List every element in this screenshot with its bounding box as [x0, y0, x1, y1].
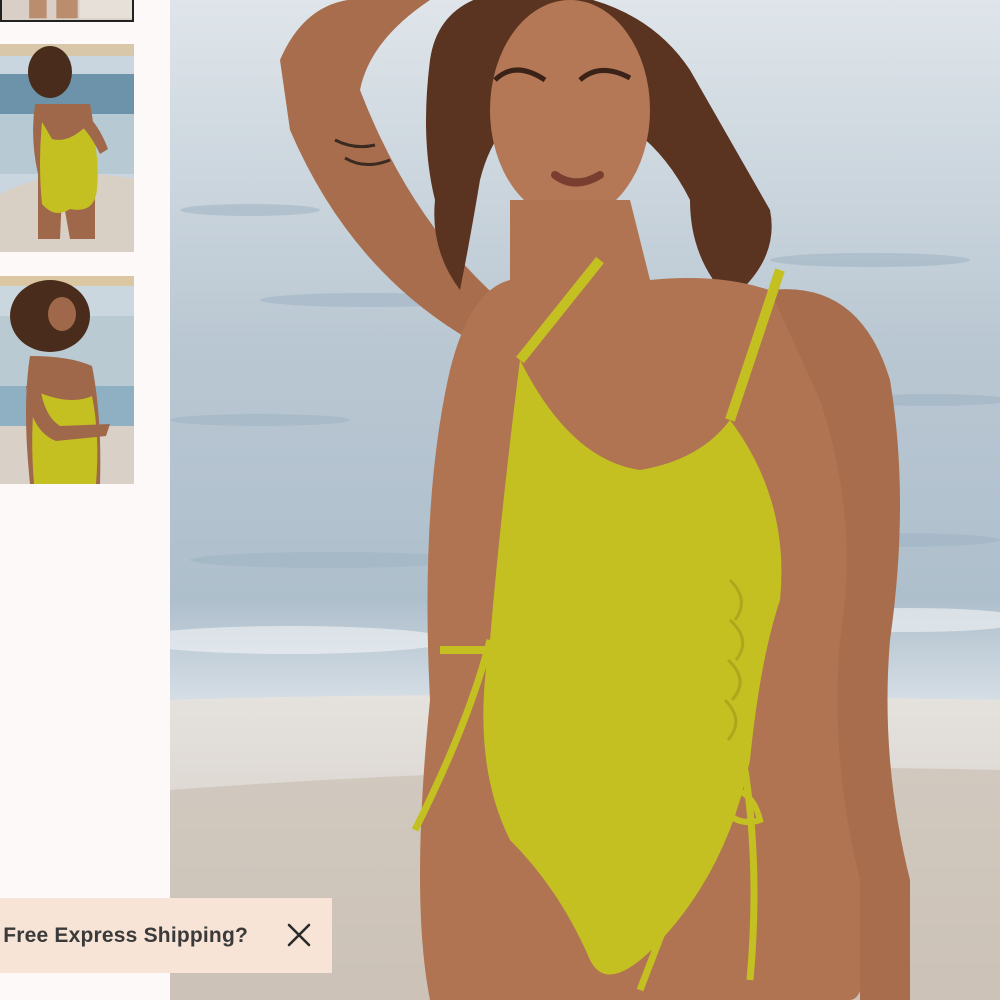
shipping-promo-banner[interactable]: t Free Express Shipping?	[0, 898, 332, 973]
close-banner-button[interactable]	[284, 920, 314, 950]
thumbnail-1[interactable]	[0, 0, 134, 22]
close-icon	[287, 923, 311, 947]
thumbnail-3[interactable]	[0, 276, 134, 484]
main-product-image[interactable]	[170, 0, 1000, 1000]
thumbnail-1-image	[2, 0, 132, 20]
thumbnail-3-image	[0, 276, 134, 484]
thumbnail-2-image	[0, 44, 134, 252]
thumbnail-2[interactable]	[0, 44, 134, 252]
product-photo-model-beach-icon	[170, 0, 1000, 1000]
thumbnail-rail	[0, 0, 168, 1000]
shipping-promo-text: t Free Express Shipping?	[0, 924, 249, 947]
